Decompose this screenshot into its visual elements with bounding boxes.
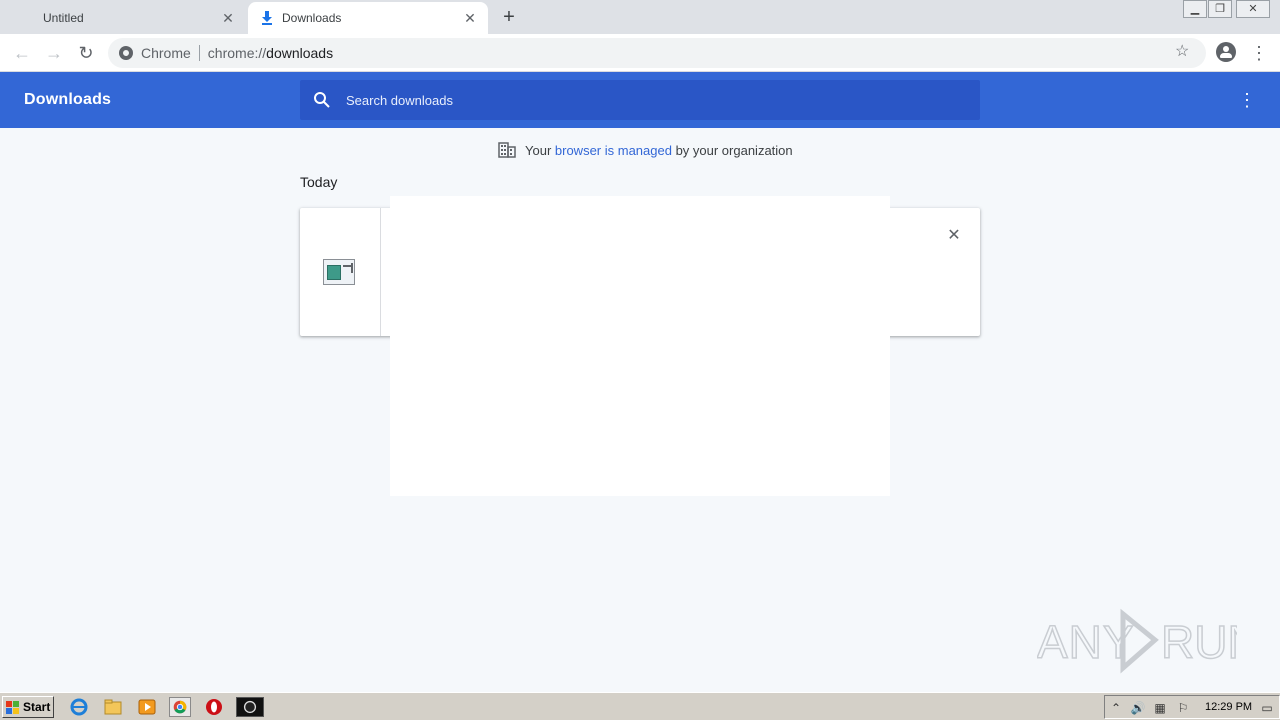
chrome-menu-icon[interactable]: ⋮: [1250, 42, 1268, 64]
opera-icon[interactable]: [203, 697, 225, 717]
search-icon: [314, 92, 330, 108]
tab-downloads[interactable]: Downloads ✕: [248, 2, 488, 34]
tab-strip: Untitled ✕ Downloads ✕ + ▁ ❐ ✕: [0, 0, 1280, 34]
site-chip: Chrome: [141, 45, 191, 61]
forward-button[interactable]: →: [42, 41, 66, 65]
remove-download-icon[interactable]: ✕: [944, 226, 964, 246]
anyrun-watermark-logo: ANY RUN: [1037, 608, 1237, 674]
managed-link[interactable]: browser is managed: [555, 143, 672, 158]
downloads-header: Downloads ⋮: [0, 72, 1280, 128]
omnibox-divider: [198, 45, 200, 61]
managed-prefix: Your: [525, 142, 555, 158]
app-window-taskbar-icon[interactable]: [236, 697, 264, 717]
show-desktop-icon[interactable]: ▭: [1259, 700, 1275, 716]
back-button[interactable]: ←: [10, 41, 34, 65]
page-title: Downloads: [24, 91, 112, 108]
tab-label: Downloads: [282, 11, 342, 25]
profile-avatar-icon[interactable]: [1216, 42, 1236, 62]
svg-text:RUN: RUN: [1161, 616, 1237, 668]
tab-close-icon[interactable]: ✕: [462, 10, 478, 26]
managed-notice: Your browser is managed by your organiza…: [498, 141, 793, 159]
windows-flag-icon: [6, 700, 19, 714]
chrome-site-icon: [119, 46, 133, 60]
search-input[interactable]: [346, 92, 946, 108]
building-icon: [498, 142, 516, 158]
browser-toolbar: ← → ↻ Chrome chrome:// downloads ☆ ⋮: [0, 34, 1280, 72]
chrome-taskbar-icon[interactable]: [169, 697, 191, 717]
windows-taskbar: Start ⌃ 🔊 ▦ ⚐ 12:29 PM ▭: [0, 692, 1280, 720]
taskbar-clock[interactable]: 12:29 PM: [1205, 701, 1252, 713]
network-icon[interactable]: ▦: [1152, 700, 1168, 716]
svg-text:ANY: ANY: [1037, 616, 1135, 668]
file-type-icon: [323, 259, 355, 285]
url-host: downloads: [266, 45, 334, 61]
window-restore-button[interactable]: ❐: [1208, 0, 1232, 18]
tab-untitled[interactable]: Untitled ✕: [0, 2, 246, 34]
window-minimize-button[interactable]: ▁: [1183, 0, 1207, 18]
window-close-button[interactable]: ✕: [1236, 0, 1270, 18]
system-tray: ⌃ 🔊 ▦ ⚐ 12:29 PM ▭: [1104, 695, 1280, 719]
bookmark-star-icon[interactable]: ☆: [1175, 44, 1189, 60]
media-player-icon[interactable]: [136, 697, 158, 717]
file-explorer-icon[interactable]: [102, 697, 124, 717]
reload-button[interactable]: ↻: [74, 41, 98, 65]
url-scheme: chrome://: [207, 45, 267, 61]
address-bar[interactable]: Chrome chrome:// downloads: [108, 38, 1206, 68]
download-icon: [262, 11, 272, 25]
new-tab-button[interactable]: +: [498, 6, 520, 28]
tab-label: Untitled: [43, 11, 84, 25]
start-label: Start: [23, 700, 51, 714]
managed-suffix: by your organization: [671, 142, 793, 158]
date-section-label: Today: [300, 174, 338, 190]
internet-explorer-icon[interactable]: [68, 697, 90, 717]
file-icon-column: [300, 208, 381, 336]
tray-expand-icon[interactable]: ⌃: [1108, 700, 1124, 716]
start-button[interactable]: Start: [2, 696, 54, 718]
search-box[interactable]: [300, 80, 980, 120]
action-center-flag-icon[interactable]: ⚐: [1175, 700, 1191, 716]
volume-icon[interactable]: 🔊: [1130, 700, 1146, 716]
tab-close-icon[interactable]: ✕: [220, 10, 236, 26]
more-actions-icon[interactable]: ⋮: [1238, 90, 1256, 110]
blank-overlay-panel: [390, 196, 890, 496]
